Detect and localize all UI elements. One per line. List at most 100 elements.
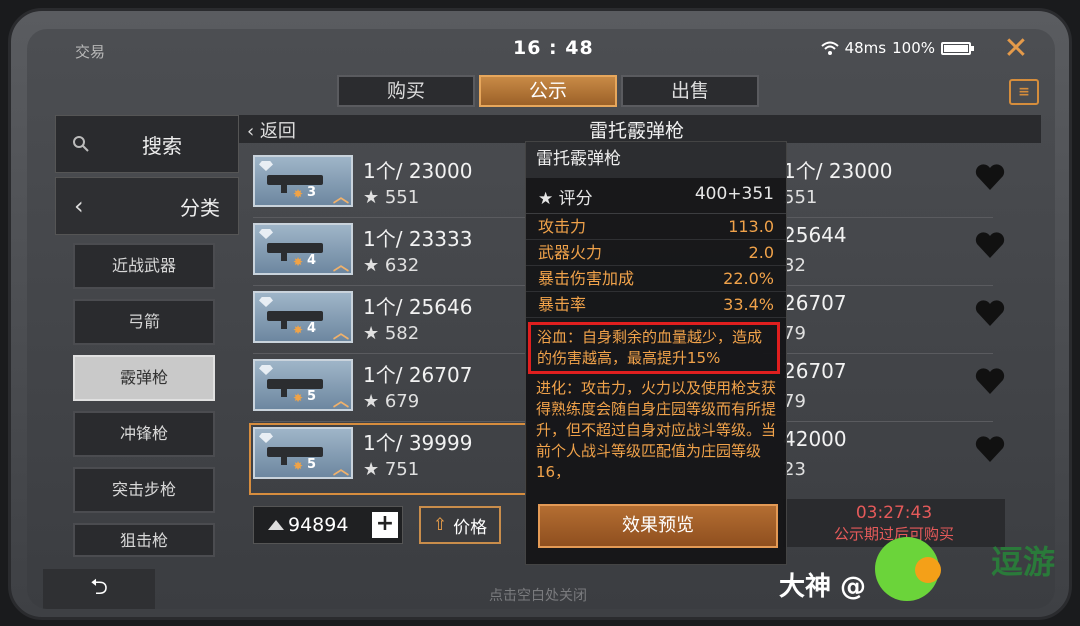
tab-public[interactable]: 公示	[479, 75, 617, 107]
status-bar: 48ms 100%	[820, 39, 974, 57]
gem-icon	[259, 365, 273, 375]
row-divider	[253, 421, 533, 422]
shotgun-icon	[267, 243, 323, 261]
listing-score: ★ 751	[363, 459, 420, 480]
heart-icon[interactable]	[975, 367, 1005, 395]
watermark-brand: 逗游	[990, 543, 1055, 581]
listing-price: 26707	[783, 291, 847, 315]
popup-score-row: ★ 评分 400+351	[526, 178, 786, 214]
weapon-level: 3	[307, 185, 317, 200]
weapon-level: 4	[307, 253, 317, 268]
listing-score: ★ 632	[363, 255, 420, 276]
add-currency-button[interactable]: +	[372, 512, 398, 538]
category-item-smg[interactable]: 冲锋枪	[73, 411, 215, 457]
header-bar: ‹ 返回 雷托霰弹枪	[239, 115, 1041, 143]
row-divider	[253, 217, 533, 218]
return-arrow-icon: ⮌	[90, 575, 108, 600]
category-button[interactable]: ‹ 分类	[55, 177, 239, 235]
chevron-left-icon: ‹	[74, 192, 84, 220]
rank-chevron-icon: ︿	[332, 323, 349, 342]
ping-text: 48ms	[844, 39, 887, 57]
listing-price: 1个/ 23000	[363, 159, 473, 183]
clock: 16 : 48	[513, 37, 594, 59]
tab-bar: 购买 公示 出售	[337, 75, 759, 107]
listing-score: ★ 679	[363, 391, 420, 412]
weapon-thumbnail: ✸ 5 ︿	[253, 427, 353, 479]
shotgun-icon	[267, 379, 323, 397]
rank-chevron-icon: ︿	[332, 391, 349, 410]
star-icon: ✸	[293, 391, 304, 405]
listing-price: 1个/ 39999	[363, 431, 473, 455]
close-icon[interactable]: ✕	[999, 33, 1033, 67]
heart-icon[interactable]	[975, 299, 1005, 327]
listing-row[interactable]: 42000 23	[783, 427, 1013, 491]
stat-row: 攻击力 113.0	[526, 214, 786, 240]
row-divider	[763, 421, 993, 422]
back-button[interactable]: ⮌	[43, 569, 155, 609]
weapon-thumbnail: ✸ 4 ︿	[253, 291, 353, 343]
weapon-thumbnail: ✸ 4 ︿	[253, 223, 353, 275]
stat-row: 武器火力 2.0	[526, 240, 786, 266]
weapon-level: 5	[307, 389, 317, 404]
heart-icon[interactable]	[975, 231, 1005, 259]
star-icon: ✸	[293, 255, 304, 269]
category-item-shotgun[interactable]: 霰弹枪	[73, 355, 215, 401]
tab-sell[interactable]: 出售	[621, 75, 759, 107]
gem-icon	[259, 433, 273, 443]
screen-name: 交易	[75, 43, 106, 61]
category-list: 近战武器 弓箭 霰弹枪 冲锋枪 突击步枪 狙击枪	[55, 243, 239, 557]
heart-icon[interactable]	[975, 435, 1005, 463]
game-screen: 交易 16 : 48 48ms 100% ✕ 购买 公示 出售 ≡ 搜索 ‹ 分…	[27, 29, 1055, 609]
tab-buy[interactable]: 购买	[337, 75, 475, 107]
listing-price: 25644	[783, 223, 847, 247]
stat-row: 暴击伤害加成 22.0%	[526, 266, 786, 292]
price-sort-button[interactable]: ⇧ 价格	[419, 506, 501, 544]
listing-row[interactable]: 25644 32	[763, 223, 1013, 287]
sort-up-icon: ⇧	[432, 515, 448, 535]
currency-icon	[268, 520, 284, 530]
listing-row[interactable]: ✸ 4 ︿ 1个/ 25646 ★ 582	[253, 291, 533, 355]
countdown-time: 03:27:43	[855, 503, 933, 523]
listing-price: 1个/ 26707	[363, 363, 473, 387]
shotgun-icon	[267, 447, 323, 465]
row-divider	[763, 217, 993, 218]
currency-balance: 94894 +	[253, 506, 403, 544]
category-item-sniper[interactable]: 狙击枪	[73, 523, 215, 557]
watermark: 大神 @ 逗游	[779, 537, 1059, 607]
weapon-thumbnail: ✸ 3 ︿	[253, 155, 353, 207]
notebook-icon[interactable]: ≡	[1009, 79, 1039, 105]
star-icon: ✸	[293, 187, 304, 201]
category-item-bow[interactable]: 弓箭	[73, 299, 215, 345]
price-sort-label: 价格	[453, 517, 488, 538]
listing-score: ★ 582	[363, 323, 420, 344]
score-value: 400+351	[694, 184, 774, 204]
listing-row[interactable]: ✸ 3 ︿ 1个/ 23000 ★ 551	[253, 155, 533, 219]
logo-icon	[875, 537, 941, 601]
effect-preview-button[interactable]: 效果预览	[538, 504, 778, 548]
search-button[interactable]: 搜索	[55, 115, 239, 173]
gem-icon	[259, 297, 273, 307]
rank-chevron-icon: ︿	[332, 459, 349, 478]
listing-row-selected[interactable]: ✸ 5 ︿ 1个/ 39999 ★ 751	[249, 423, 527, 495]
back-link-label: 返回	[259, 121, 296, 142]
listing-price: 26707	[783, 359, 847, 383]
listing-row[interactable]: 26707 79	[763, 291, 1013, 355]
back-link[interactable]: ‹ 返回	[247, 117, 296, 143]
listing-row[interactable]: 1个/ 23000 551	[763, 155, 1013, 219]
stat-row: 暴击率 33.4%	[526, 292, 786, 318]
listing-row[interactable]: ✸ 5 ︿ 1个/ 26707 ★ 679	[253, 359, 533, 423]
popup-title: 雷托霰弹枪	[526, 142, 786, 178]
row-divider	[763, 285, 993, 286]
category-item-melee[interactable]: 近战武器	[73, 243, 215, 289]
watermark-text: 大神 @	[779, 572, 867, 602]
wifi-icon	[820, 41, 839, 55]
category-item-assault-rifle[interactable]: 突击步枪	[73, 467, 215, 513]
gem-icon	[259, 229, 273, 239]
search-icon	[73, 136, 89, 152]
listing-row[interactable]: ✸ 4 ︿ 1个/ 23333 ★ 632	[253, 223, 533, 287]
heart-icon[interactable]	[975, 163, 1005, 191]
row-divider	[763, 353, 993, 354]
listing-row[interactable]: 26707 79	[763, 359, 1013, 423]
weapon-thumbnail: ✸ 5 ︿	[253, 359, 353, 411]
listing-score: ★ 551	[363, 187, 420, 208]
